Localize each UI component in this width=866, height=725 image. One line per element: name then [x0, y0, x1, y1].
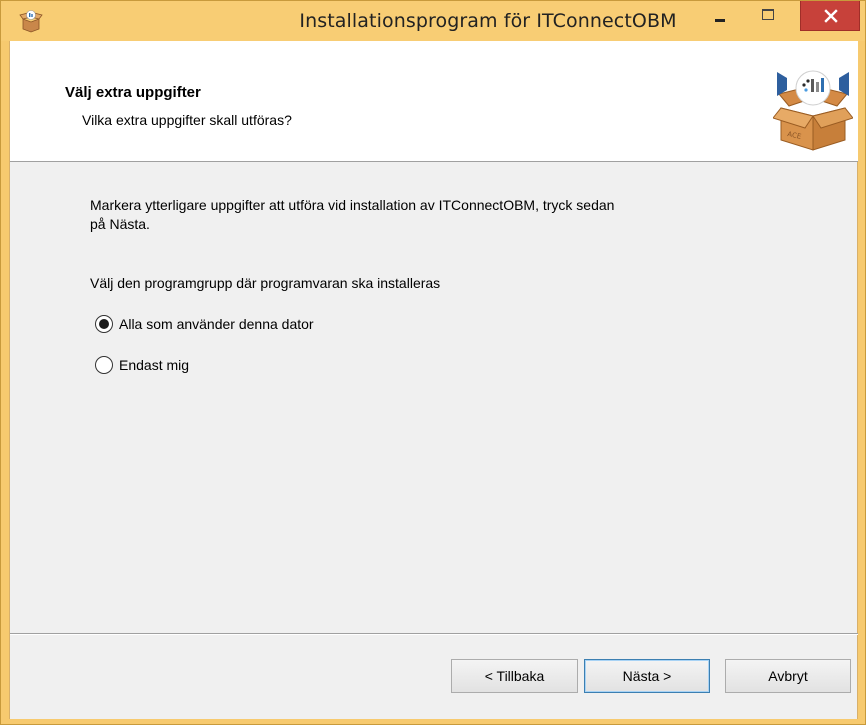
minimize-button[interactable] — [699, 1, 745, 33]
intro-line-1: Markera ytterligare uppgifter att utföra… — [90, 197, 615, 213]
radio-label-only-me: Endast mig — [119, 357, 190, 373]
title-bar[interactable]: Installationsprogram för ITConnectOBM — [1, 1, 865, 41]
installer-box-logo: ACE — [772, 68, 854, 152]
cancel-button[interactable]: Avbryt — [725, 659, 851, 693]
radio-button-unselected[interactable] — [95, 356, 113, 374]
intro-text: Markera ytterligare uppgifter att utföra… — [90, 196, 810, 234]
intro-line-2: på Nästa. — [90, 216, 150, 232]
next-button[interactable]: Nästa > — [584, 659, 710, 693]
radio-button-selected[interactable] — [95, 315, 113, 333]
maximize-icon — [762, 9, 774, 20]
close-icon — [824, 9, 838, 23]
radio-label-all-users: Alla som använder denna dator — [119, 316, 314, 332]
radio-all-users[interactable]: Alla som använder denna dator — [95, 314, 314, 334]
maximize-button[interactable] — [745, 1, 793, 33]
minimize-icon — [715, 19, 725, 22]
dialog-client-area: Välj extra uppgifter Vilka extra uppgift… — [9, 41, 858, 719]
close-button[interactable] — [800, 1, 860, 31]
wizard-header: Välj extra uppgifter Vilka extra uppgift… — [10, 41, 858, 162]
installer-window: Installationsprogram för ITConnectOBM Vä… — [0, 0, 866, 725]
page-subtitle: Vilka extra uppgifter skall utföras? — [82, 112, 292, 128]
back-button[interactable]: < Tillbaka — [451, 659, 578, 693]
footer-divider — [10, 633, 858, 634]
program-group-label: Välj den programgrupp där programvaran s… — [90, 275, 441, 291]
radio-only-me[interactable]: Endast mig — [95, 355, 189, 375]
page-title: Välj extra uppgifter — [65, 84, 201, 101]
